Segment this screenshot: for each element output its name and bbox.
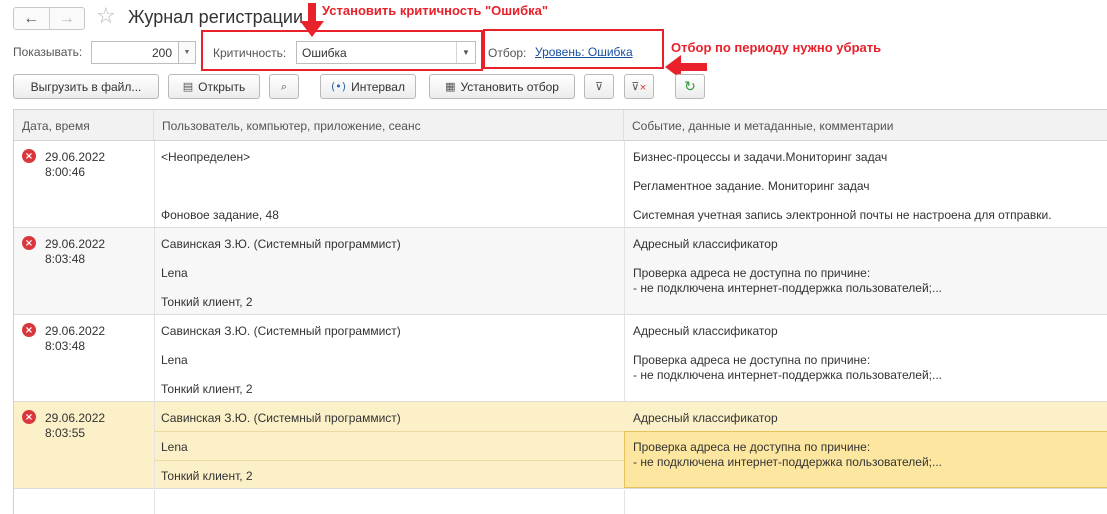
forward-button[interactable]: → — [50, 8, 85, 29]
row-event-data: Регламентное задание. Мониторинг задач — [633, 179, 870, 193]
filter-clear-icon: ⊽× — [631, 80, 647, 93]
column-divider — [154, 141, 155, 227]
row-session: Тонкий клиент, 2 — [161, 295, 253, 309]
row-session: Тонкий клиент, 2 — [161, 382, 253, 396]
refresh-button[interactable]: ↻ — [675, 74, 705, 99]
row-event-data-2: - не подключена интернет-поддержка польз… — [633, 455, 943, 469]
back-button[interactable]: ← — [14, 8, 49, 29]
error-icon: × — [22, 410, 36, 424]
export-to-file-button[interactable]: Выгрузить в файл... — [13, 74, 159, 99]
row-subdivider — [154, 431, 624, 432]
column-divider — [154, 315, 155, 401]
search-icon: ⌕ — [280, 79, 288, 93]
row-date: 29.06.2022 — [45, 150, 106, 164]
annotation-remove-period: Отбор по периоду нужно убрать — [671, 40, 882, 55]
table-row[interactable]: × 29.06.2022 8:03:48 Савинская З.Ю. (Сис… — [14, 315, 1107, 402]
column-divider — [624, 141, 625, 227]
event-log-table: Дата, время Пользователь, компьютер, при… — [13, 109, 1107, 514]
column-header-date[interactable]: Дата, время — [14, 110, 154, 140]
row-session: Фоновое задание, 48 — [161, 208, 279, 222]
table-row[interactable]: × 29.06.2022 8:03:48 Савинская З.Ю. (Сис… — [14, 228, 1107, 315]
back-arrow-icon: ← — [23, 9, 40, 27]
row-user: Савинская З.Ю. (Системный программист) — [161, 237, 401, 251]
column-divider — [154, 228, 155, 314]
row-event-data: Проверка адреса не доступна по причине: — [633, 353, 871, 367]
column-header-user[interactable]: Пользователь, компьютер, приложение, сеа… — [154, 110, 624, 140]
row-event: Адресный классификатор — [633, 324, 778, 338]
favorite-star-icon[interactable]: ☆ — [96, 4, 116, 29]
column-divider — [624, 228, 625, 314]
clear-filter-button[interactable]: ⊽× — [624, 74, 654, 99]
export-button-label: Выгрузить в файл... — [30, 79, 142, 94]
row-subdivider — [154, 460, 624, 461]
row-time: 8:03:48 — [45, 252, 86, 266]
interval-button-label: Интервал — [351, 79, 405, 94]
open-button[interactable]: ▤ Открыть — [168, 74, 260, 99]
annotation-filter-box — [483, 29, 664, 69]
row-computer: Lena — [161, 440, 188, 454]
column-header-event[interactable]: Событие, данные и метаданные, комментари… — [624, 110, 1107, 140]
interval-button[interactable]: (•) Интервал — [320, 74, 416, 99]
column-divider — [624, 315, 625, 401]
set-filter-button-label: Установить отбор — [460, 79, 559, 94]
forward-arrow-icon: → — [58, 9, 75, 27]
filter-icon: ⊽ — [594, 80, 604, 93]
filter-by-value-button[interactable]: ⊽ — [584, 74, 614, 99]
row-computer: Lena — [161, 353, 188, 367]
show-count-dropdown-icon[interactable]: ▼ — [179, 41, 196, 64]
row-computer: Lena — [161, 266, 188, 280]
row-event-data-2: - не подключена интернет-поддержка польз… — [633, 281, 943, 295]
row-event: Адресный классификатор — [633, 411, 778, 425]
annotation-arrow-down-icon — [300, 3, 324, 37]
set-filter-button[interactable]: ▦ Установить отбор — [429, 74, 575, 99]
column-divider — [154, 402, 155, 488]
table-row[interactable]: × 29.06.2022 8:00:46 <Неопределен> Фонов… — [14, 141, 1107, 228]
open-document-icon: ▤ — [182, 80, 194, 93]
annotation-set-criticality: Установить критичность "Ошибка" — [322, 3, 549, 18]
row-event: Адресный классификатор — [633, 237, 778, 251]
filter-settings-icon: ▦ — [445, 80, 456, 93]
row-time: 8:03:48 — [45, 339, 86, 353]
show-count-label: Показывать: — [13, 45, 83, 59]
page-title: Журнал регистрации — [128, 7, 304, 27]
row-event-data-2: - не подключена интернет-поддержка польз… — [633, 368, 943, 382]
row-time: 8:00:46 — [45, 165, 86, 179]
refresh-icon: ↻ — [684, 78, 696, 95]
nav-buttons: ← → — [13, 7, 85, 30]
row-date: 29.06.2022 — [45, 411, 106, 425]
row-date: 29.06.2022 — [45, 237, 106, 251]
row-event-data: Проверка адреса не доступна по причине: — [633, 266, 871, 280]
column-divider — [154, 490, 155, 514]
open-button-label: Открыть — [198, 79, 246, 94]
error-icon: × — [22, 323, 36, 337]
row-comment: Системная учетная запись электронной поч… — [633, 208, 1052, 222]
row-event: Бизнес-процессы и задачи.Мониторинг зада… — [633, 150, 888, 164]
interval-icon: (•) — [331, 80, 347, 93]
search-button[interactable]: ⌕ — [269, 74, 299, 99]
column-divider — [624, 490, 625, 514]
row-session: Тонкий клиент, 2 — [161, 469, 253, 483]
row-event-data: Проверка адреса не доступна по причине: — [633, 440, 871, 454]
error-icon: × — [22, 236, 36, 250]
row-date: 29.06.2022 — [45, 324, 106, 338]
table-row-selected[interactable]: × 29.06.2022 8:03:55 Савинская З.Ю. (Сис… — [14, 402, 1107, 489]
row-user: Савинская З.Ю. (Системный программист) — [161, 411, 401, 425]
row-user: Савинская З.Ю. (Системный программист) — [161, 324, 401, 338]
row-time: 8:03:55 — [45, 426, 86, 440]
show-count-field[interactable]: 200 — [91, 41, 179, 64]
row-user: <Неопределен> — [161, 150, 251, 164]
annotation-criticality-box — [201, 30, 483, 71]
error-icon: × — [22, 149, 36, 163]
table-header: Дата, время Пользователь, компьютер, при… — [14, 110, 1107, 141]
